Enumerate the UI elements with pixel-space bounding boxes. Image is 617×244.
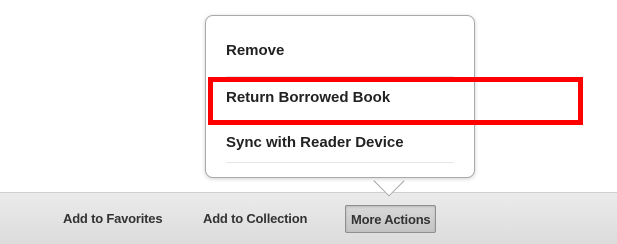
menu-item-sync-with-reader-device[interactable]: Sync with Reader Device bbox=[226, 126, 454, 160]
menu-item-return-borrowed-book[interactable]: Return Borrowed Book bbox=[226, 81, 454, 115]
menu-divider bbox=[226, 121, 454, 122]
menu-divider bbox=[226, 162, 454, 163]
add-to-collection-button[interactable]: Add to Collection bbox=[203, 206, 307, 232]
menu-item-remove[interactable]: Remove bbox=[226, 34, 454, 68]
action-bar: Add to Favorites Add to Collection More … bbox=[0, 192, 617, 244]
more-actions-button[interactable]: More Actions bbox=[345, 205, 437, 233]
menu-divider bbox=[226, 76, 454, 77]
add-to-favorites-button[interactable]: Add to Favorites bbox=[63, 206, 163, 232]
more-actions-popup-menu: Remove Return Borrowed Book Sync with Re… bbox=[205, 15, 475, 178]
